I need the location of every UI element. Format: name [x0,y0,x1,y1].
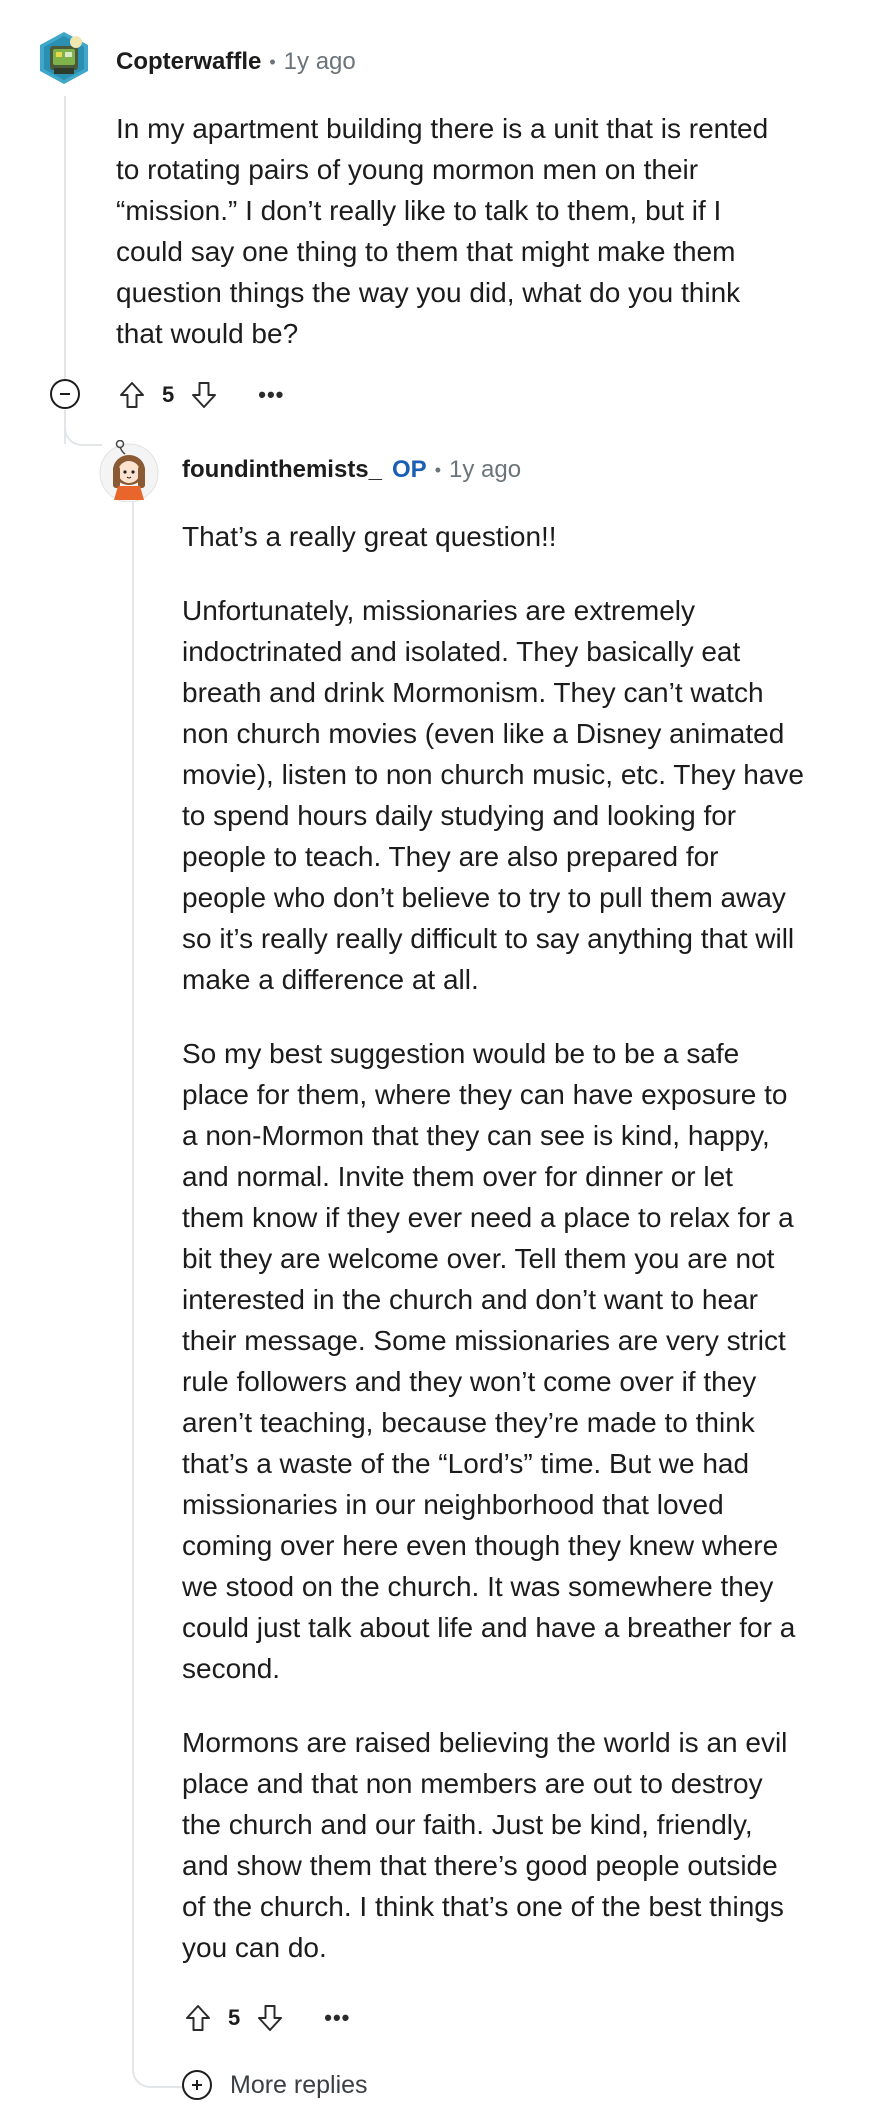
meta-separator: • [434,459,442,480]
downvote-button[interactable] [186,377,222,413]
plus-circle-icon [182,2070,212,2100]
text-line: and normal. Invite them over for dinner … [182,1161,733,1192]
text-line: Mormons are raised believing the world i… [182,1727,788,1758]
text-line: missionaries in our neighborhood that lo… [182,1489,724,1520]
text-line: that would be? [116,318,299,349]
comment-actions: 5 ••• [114,375,284,415]
text-line: make a difference at all. [182,964,479,995]
text-line: them know if they ever need a place to r… [182,1202,794,1233]
text-line: coming over here even though they knew w… [182,1530,779,1561]
meta-separator: • [269,51,276,72]
text-line: could say one thing to them that might m… [116,236,736,267]
timestamp[interactable]: 1y ago [449,456,521,484]
more-replies-label: More replies [230,2070,368,2099]
author-name[interactable]: foundinthemists_ [182,456,382,484]
reply-paragraph: So my best suggestion would be to be a s… [182,1033,804,1689]
more-options-button[interactable]: ••• [258,382,284,408]
reply-connector-curve [64,420,102,446]
text-line: people who don’t believe to try to pull … [182,882,786,913]
text-line: Unfortunately, missionaries are extremel… [182,595,696,626]
text-line: place for them, where they can have expo… [182,1079,788,1110]
reply-meta: foundinthemists_ OP • 1y ago [182,452,521,488]
arrow-up-outline-icon [120,382,144,408]
text-line: people to teach. They are also prepared … [182,841,719,872]
more-replies-connector [132,2040,184,2088]
comment-meta: Copterwaffle • 1y ago [116,44,356,80]
text-line: so it’s really really difficult to say a… [182,923,795,954]
collapse-thread-button[interactable] [50,379,80,409]
more-options-button[interactable]: ••• [324,2005,350,2031]
text-line: movie), listen to non church music, etc.… [182,759,804,790]
reply-thread-line [132,500,134,2065]
text-line: we stood on the church. It was somewhere… [182,1571,774,1602]
vote-score: 5 [162,382,175,407]
avatar[interactable] [36,30,92,86]
op-badge: OP [392,456,427,483]
reply-paragraph: Unfortunately, missionaries are extremel… [182,590,804,1000]
text-line: So my best suggestion would be to be a s… [182,1038,740,1069]
text-line: rule followers and they won’t come over … [182,1366,757,1397]
author-name[interactable]: Copterwaffle [116,48,261,76]
text-line: a non-Mormon that they can see is kind, … [182,1120,770,1151]
text-line: could just talk about life and have a br… [182,1612,796,1643]
text-line: In my apartment building there is a unit… [116,113,769,144]
arrow-down-outline-icon [192,382,217,408]
arrow-up-outline-icon [186,2005,210,2031]
text-line: their message. Some missionaries are ver… [182,1325,786,1356]
text-line: the church and our faith. Just be kind, … [182,1809,753,1840]
upvote-button[interactable] [114,377,150,413]
upvote-button[interactable] [180,2000,216,2036]
text-line: non church movies (even like a Disney an… [182,718,785,749]
text-line: you can do. [182,1932,327,1963]
text-line: indoctrinated and isolated. They basical… [182,636,741,667]
reply-paragraph: That’s a really great question!! [182,516,804,557]
avatar[interactable] [98,439,160,503]
text-line: and show them that there’s good people o… [182,1850,778,1881]
user-avatar-copterwaffle-icon [40,32,88,84]
reply-paragraph: Mormons are raised believing the world i… [182,1722,804,1968]
minus-icon [60,393,70,395]
text-line: bit they are welcome over. Tell them you… [182,1243,775,1274]
text-line: question things the way you did, what do… [116,277,741,308]
text-line: “mission.” I don’t really like to talk t… [116,195,722,226]
text-line: breath and drink Mormonism. They can’t w… [182,677,764,708]
text-line: interested in the church and don’t want … [182,1284,758,1315]
comment-paragraph: In my apartment building there is a unit… [116,108,768,354]
reply-body: That’s a really great question!! Unfortun… [182,516,804,2001]
text-line: second. [182,1653,281,1684]
text-line: That’s a really great question!! [182,521,557,552]
text-line: to rotating pairs of young mormon men on… [116,154,699,185]
user-avatar-foundinthemists-icon [99,439,159,503]
vote-score: 5 [228,2005,241,2030]
downvote-button[interactable] [252,2000,288,2036]
comment-thread-line [64,96,66,381]
timestamp[interactable]: 1y ago [284,48,356,76]
text-line: of the church. I think that’s one of the… [182,1891,784,1922]
more-replies-button[interactable]: More replies [182,2065,368,2105]
reply-actions: 5 ••• [180,1998,350,2038]
text-line: that’s a waste of the “Lord’s” time. But… [182,1448,750,1479]
text-line: aren’t teaching, because they’re made to… [182,1407,755,1438]
arrow-down-outline-icon [258,2005,283,2031]
text-line: place and that non members are out to de… [182,1768,763,1799]
comment-body: In my apartment building there is a unit… [116,108,768,387]
text-line: to spend hours daily studying and lookin… [182,800,737,831]
